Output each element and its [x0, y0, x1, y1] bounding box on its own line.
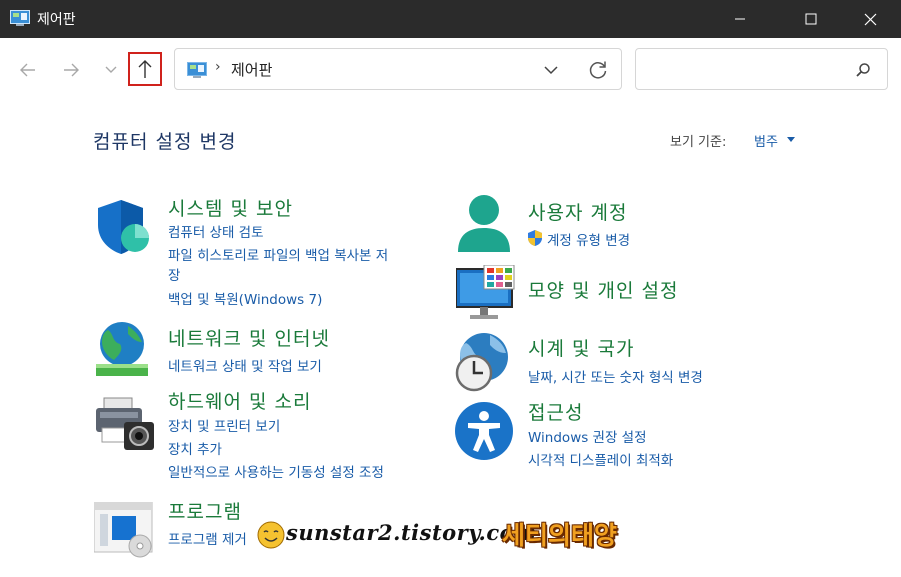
watermark-brand: 세티의태양 [502, 521, 618, 550]
link-review-computer-status[interactable]: 컴퓨터 상태 검토 [168, 221, 264, 241]
link-date-time-format[interactable]: 날짜, 시간 또는 숫자 형식 변경 [528, 366, 703, 386]
category-user-accounts[interactable]: 사용자 계정 [528, 198, 627, 225]
smiley-icon [257, 521, 285, 549]
link-uninstall-program[interactable]: 프로그램 제거 [168, 528, 247, 548]
link-file-history-backup-wrap[interactable]: 장 [168, 264, 180, 284]
maximize-icon [805, 13, 817, 25]
link-mobility-settings[interactable]: 일반적으로 사용하는 기동성 설정 조정 [168, 461, 384, 481]
chevron-down-icon [544, 66, 558, 75]
breadcrumb-control-panel[interactable]: 제어판 [231, 59, 272, 80]
link-optimize-visual-display[interactable]: 시각적 디스플레이 최적화 [528, 449, 673, 469]
refresh-icon [589, 61, 607, 79]
arrow-left-icon [20, 63, 35, 77]
arrow-up-icon [138, 60, 152, 78]
search-icon [856, 63, 870, 77]
category-clock-region[interactable]: 시계 및 국가 [528, 334, 634, 361]
link-backup-restore[interactable]: 백업 및 복원(Windows 7) [168, 288, 322, 308]
maximize-button[interactable] [788, 0, 834, 38]
address-bar[interactable]: › 제어판 [174, 48, 622, 90]
view-by-label: 보기 기준: [670, 135, 727, 150]
close-button[interactable] [847, 0, 893, 38]
control-panel-icon [187, 62, 207, 78]
link-windows-recommended-settings[interactable]: Windows 권장 설정 [528, 426, 647, 446]
appearance-personalization-icon[interactable] [456, 265, 516, 321]
page-title: 컴퓨터 설정 변경 [93, 131, 237, 153]
category-ease-of-access[interactable]: 접근성 [528, 398, 583, 425]
link-add-device[interactable]: 장치 추가 [168, 438, 222, 458]
view-by-dropdown[interactable]: 범주 [754, 131, 778, 150]
up-button[interactable] [128, 52, 162, 86]
hardware-printer-icon[interactable] [96, 396, 156, 452]
arrow-right-icon [64, 63, 79, 77]
uac-shield-icon [528, 230, 542, 246]
programs-icon[interactable] [94, 502, 156, 558]
address-dropdown-button[interactable] [539, 59, 563, 81]
control-panel-app-icon [10, 10, 30, 26]
link-devices-printers[interactable]: 장치 및 프린터 보기 [168, 415, 280, 435]
search-box[interactable] [635, 48, 888, 90]
system-security-shield-icon[interactable] [95, 198, 153, 256]
category-appearance-personalization[interactable]: 모양 및 개인 설정 [528, 276, 678, 303]
minimize-button[interactable] [717, 0, 763, 38]
back-button[interactable] [13, 55, 43, 85]
recent-locations-button[interactable] [96, 55, 126, 85]
window-title: 제어판 [37, 12, 76, 28]
category-programs[interactable]: 프로그램 [168, 497, 242, 524]
category-hardware-sound[interactable]: 하드웨어 및 소리 [168, 387, 311, 414]
navigation-bar: › 제어판 [0, 38, 901, 102]
minimize-icon [735, 18, 745, 20]
network-globe-icon[interactable] [94, 320, 154, 380]
title-bar: 제어판 [0, 0, 901, 38]
chevron-down-icon [105, 66, 117, 73]
close-icon [864, 13, 876, 25]
forward-button[interactable] [56, 55, 86, 85]
category-network-internet[interactable]: 네트워크 및 인터넷 [168, 324, 330, 351]
view-by-caret-icon[interactable] [787, 137, 795, 142]
watermark-url: sunstar2.tistory.com [286, 520, 537, 545]
category-system-security[interactable]: 시스템 및 보안 [168, 194, 293, 221]
breadcrumb-separator: › [215, 59, 221, 75]
link-file-history-backup[interactable]: 파일 히스토리로 파일의 백업 복사본 저 [168, 244, 388, 264]
user-accounts-icon[interactable] [457, 194, 513, 256]
clock-region-icon[interactable] [454, 331, 516, 393]
link-network-status[interactable]: 네트워크 상태 및 작업 보기 [168, 355, 322, 375]
refresh-button[interactable] [585, 57, 611, 83]
link-change-account-type[interactable]: 계정 유형 변경 [547, 229, 630, 249]
accessibility-icon[interactable] [454, 401, 514, 461]
watermark: sunstar2.tistory.com 세티의태양 [256, 514, 656, 562]
